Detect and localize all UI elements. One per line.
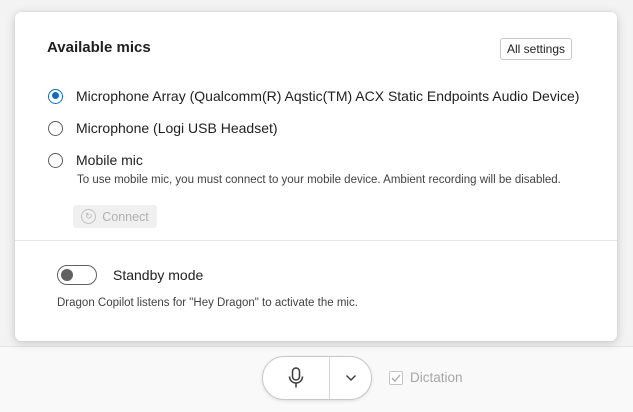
mic-option-label: Microphone (Logi USB Headset) [76, 120, 278, 136]
mic-option-logi-headset[interactable]: Microphone (Logi USB Headset) [48, 120, 278, 136]
mic-dropdown-button[interactable] [330, 357, 371, 399]
mic-option-microphone-array[interactable]: Microphone Array (Qualcomm(R) Aqstic(TM)… [48, 88, 579, 104]
dictation-checkbox[interactable]: Dictation [389, 370, 463, 385]
standby-description: Dragon Copilot listens for "Hey Dragon" … [57, 297, 358, 309]
mobile-mic-hint: To use mobile mic, you must connect to y… [77, 174, 561, 186]
radio-icon[interactable] [48, 152, 63, 168]
refresh-icon: ↻ [81, 209, 97, 224]
checkmark-icon [391, 374, 401, 382]
divider [15, 240, 617, 241]
panel-title: Available mics [47, 39, 151, 56]
microphone-button[interactable] [263, 357, 330, 399]
standby-toggle[interactable] [57, 265, 97, 285]
microphone-icon [288, 367, 304, 388]
all-settings-button[interactable]: All settings [500, 38, 572, 60]
standby-label: Standby mode [113, 267, 204, 283]
app-window: Available mics All settings Microphone A… [0, 0, 633, 412]
checkbox-box[interactable] [389, 370, 403, 385]
radio-icon[interactable] [48, 120, 63, 136]
mic-control-group [262, 356, 372, 400]
dictation-label: Dictation [410, 370, 463, 385]
connect-button[interactable]: ↻ Connect [73, 205, 157, 228]
chevron-down-icon [345, 375, 356, 381]
mic-settings-popup: Available mics All settings Microphone A… [15, 12, 617, 341]
radio-selected-icon[interactable] [48, 88, 63, 104]
toggle-knob [61, 269, 73, 281]
mic-option-mobile[interactable]: Mobile mic [48, 152, 143, 168]
mic-option-label: Microphone Array (Qualcomm(R) Aqstic(TM)… [76, 88, 580, 104]
connect-label: Connect [102, 209, 149, 224]
mic-option-label: Mobile mic [76, 152, 143, 168]
